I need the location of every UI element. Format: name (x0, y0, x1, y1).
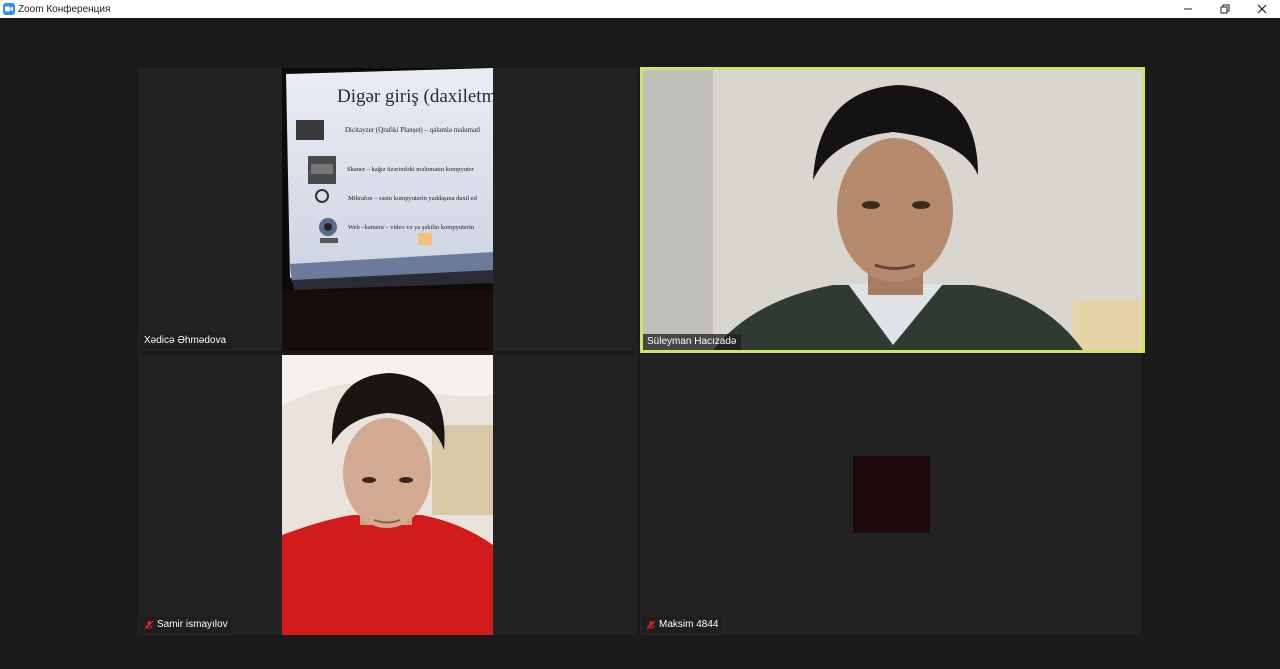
slide-item: Web –kamera – video və ya şəkilin kompyu… (348, 224, 475, 231)
window-title: Zoom Конференция (18, 3, 111, 15)
participant-name: Maksim 4844 (659, 619, 719, 630)
participant-avatar-placeholder (853, 456, 930, 533)
close-icon (1257, 4, 1266, 14)
participant-name-tag: Samir ismayılov (140, 617, 232, 633)
muted-microphone-icon (646, 620, 656, 630)
camera-feed (643, 70, 1142, 350)
slide-photo (282, 68, 493, 351)
participant-video: Digər giriş (daxiletm Dicitayzer (Qrafik… (282, 68, 493, 351)
minimize-icon (1183, 8, 1192, 10)
restore-icon (1220, 4, 1229, 14)
participant-name-tag: Xədicə Əhmədova (140, 333, 231, 349)
slide-item: Skaner – kağız üzərindəki məlumatın komp… (347, 166, 474, 173)
camera-feed (282, 355, 493, 635)
zoom-app-icon (3, 3, 15, 15)
muted-microphone-icon (144, 620, 154, 630)
participant-name-tag: Süleyman Hacızadə (643, 334, 741, 350)
participant-tile-active-speaker[interactable]: Süleyman Hacızadə (640, 67, 1145, 353)
window-controls (1169, 0, 1280, 18)
participant-name: Xədicə Əhmədova (144, 335, 227, 346)
participant-name: Süleyman Hacızadə (647, 336, 737, 347)
participant-video (282, 355, 493, 635)
participant-tile[interactable]: Maksim 4844 (640, 355, 1142, 635)
participant-name: Samir ismayılov (157, 619, 228, 630)
minimize-button[interactable] (1169, 0, 1206, 18)
participant-video (643, 70, 1142, 350)
participant-tile[interactable]: Digər giriş (daxiletm Dicitayzer (Qrafik… (138, 68, 638, 351)
participant-tile[interactable]: Samir ismayılov (138, 355, 638, 635)
window-titlebar: Zoom Конференция (0, 0, 1280, 18)
slide-item: Dicitayzer (Qrafiki Planşet) – qələmlə m… (345, 126, 481, 134)
close-button[interactable] (1243, 0, 1280, 18)
meeting-stage: Digər giriş (daxiletm Dicitayzer (Qrafik… (0, 18, 1280, 669)
slide-item: Mikrafon – səsin kompyuterin yaddaşına d… (348, 195, 477, 202)
restore-button[interactable] (1206, 0, 1243, 18)
participant-name-tag: Maksim 4844 (642, 617, 723, 633)
slide-title: Digər giriş (daxiletm (337, 86, 493, 107)
